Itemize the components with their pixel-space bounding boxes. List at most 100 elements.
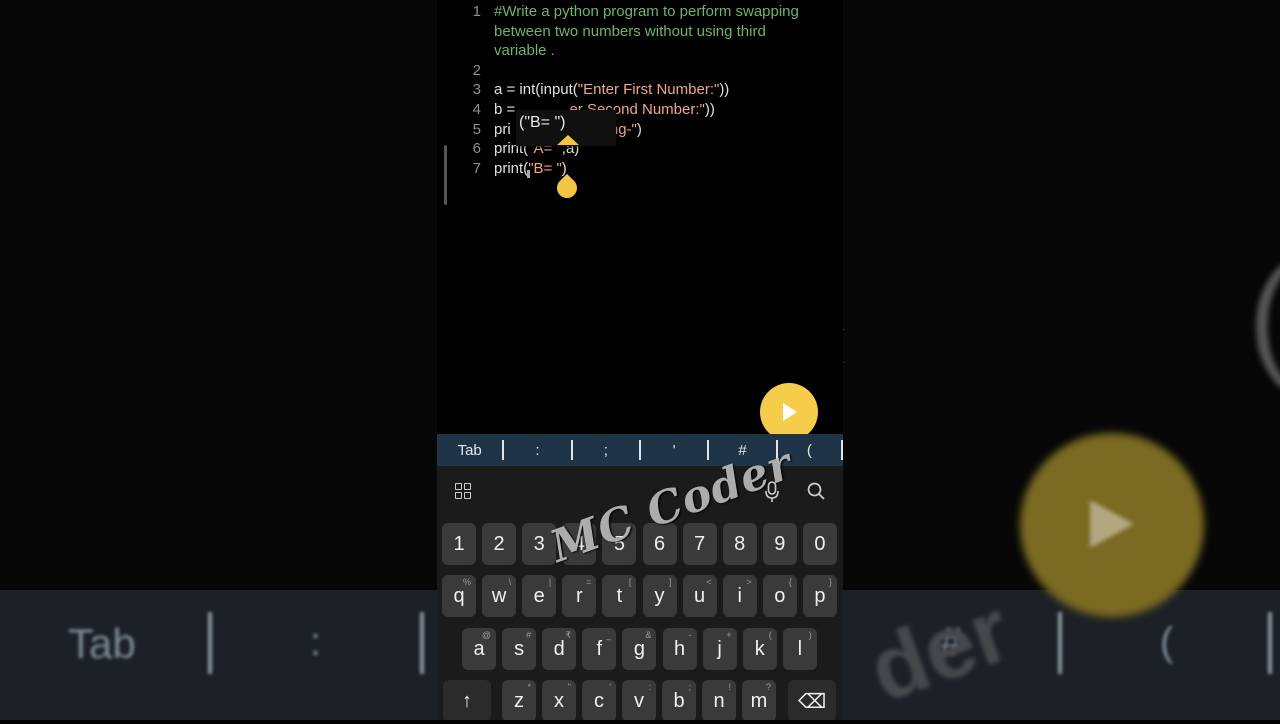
key-label: 2 [493,532,505,555]
key-u[interactable]: u < [682,575,717,617]
key-s[interactable]: s # [502,628,537,670]
key-b[interactable]: b; [662,680,696,720]
key-label: f [596,637,603,660]
key-hint: = [586,577,592,587]
symbol-key[interactable]: : [504,434,570,466]
key-a[interactable]: a @ [462,628,496,670]
line-number: 4 [472,101,481,118]
code-token: pri [494,120,511,138]
key-k[interactable]: k( [742,628,777,670]
play-icon [783,403,797,421]
key-x[interactable]: x " [542,680,576,720]
key-h[interactable]: h- [662,628,697,670]
key-hint: _ [606,630,612,640]
code-token: )) [704,101,715,118]
key-label: h [673,637,686,660]
shift-key[interactable]: ↑ [443,680,491,720]
key-9[interactable]: 9 [762,523,797,565]
code-string: "Enter First Number:" [577,81,720,99]
key-4[interactable]: 4 [562,523,597,565]
key-label: s [514,637,525,660]
key-hint: > [746,577,752,587]
keyboard-toolbar [437,466,843,516]
run-button[interactable] [760,383,818,441]
code-text: a = int(input("Enter First Number:")) [494,80,729,100]
key-w[interactable]: w \ [482,575,517,617]
key-hint: : [648,682,651,692]
background-play-icon [1090,500,1134,548]
key-f[interactable]: f _ [582,628,617,670]
line-number: 5 [472,120,481,138]
key-8[interactable]: 8 [722,523,757,565]
line-number: 6 [472,140,481,158]
key-label: z [514,689,524,712]
key-label: g [633,637,645,660]
keyboard-row: q% w \ e | r = t[y] u < i > o{p} [437,575,843,623]
key-label: r [575,584,583,607]
background-char: : [310,620,322,664]
key-hint: ? [765,682,771,692]
key-hint: \ [508,577,512,587]
symbol-key[interactable]: ' [641,434,707,466]
key-5[interactable]: 5 [602,523,637,565]
key-hint: ; [688,682,691,692]
key-p[interactable]: p} [802,575,837,617]
key-g[interactable]: g & [622,628,657,670]
key-label: o [774,584,786,607]
key-c[interactable]: c ' [582,680,616,720]
code-token: a = int(input( [494,81,578,99]
key-label: 8 [734,532,746,555]
symbol-tab-key[interactable]: Tab [437,434,502,466]
keyboard-row: 1 2 3 4 5 6 7 8 9 0 [437,523,843,571]
grid-icon[interactable] [455,483,471,499]
code-text: print("B= ") [494,159,567,179]
key-hint: ) [808,630,812,640]
symbol-key[interactable]: ; [573,434,639,466]
key-label: c [594,689,604,712]
key-label: m [750,689,768,712]
symbol-key[interactable]: # [709,434,775,466]
key-z[interactable]: z * [502,680,536,720]
key-2[interactable]: 2 [482,523,517,565]
key-label: 9 [774,532,786,555]
search-icon[interactable] [807,482,825,500]
key-6[interactable]: 6 [642,523,677,565]
key-hint: - [688,630,692,640]
key-label: v [634,689,644,712]
mic-icon[interactable] [765,481,779,503]
key-l[interactable]: l) [782,628,817,670]
key-hint: # [526,630,532,640]
key-q[interactable]: q% [442,575,476,617]
code-line: 5pri pping-") [437,120,843,140]
code-string: "B= " [528,159,562,177]
key-n[interactable]: n! [702,680,736,720]
phone-screen: 1 #Write a python program to perform swap… [437,0,843,720]
key-e[interactable]: e | [522,575,557,617]
key-0[interactable]: 0 [802,523,837,565]
key-1[interactable]: 1 [442,523,476,565]
key-label: d [553,637,565,660]
key-d[interactable]: d ₹ [542,628,577,670]
key-j[interactable]: j + [702,628,737,670]
keyboard-row: ↑ z * x " c ' v: b; n! m? ⌫ [437,680,843,720]
line-number: 7 [472,159,481,177]
line-number: 3 [472,81,481,99]
key-o[interactable]: o{ [762,575,797,617]
backspace-key[interactable]: ⌫ [788,680,836,720]
key-7[interactable]: 7 [682,523,717,565]
code-token: ) [636,120,642,138]
key-i[interactable]: i > [722,575,757,617]
key-t[interactable]: t[ [602,575,637,617]
key-y[interactable]: y] [642,575,677,617]
key-v[interactable]: v: [622,680,656,720]
key-3[interactable]: 3 [522,523,557,565]
key-label: i [737,584,742,607]
symbol-key[interactable]: ( [778,434,841,466]
code-line: 3 a = int(input("Enter First Number:")) [437,80,843,100]
key-hint: & [645,630,652,640]
key-label: u [694,584,706,607]
key-r[interactable]: r = [562,575,597,617]
text-cursor [527,170,530,178]
code-editor[interactable]: 1 #Write a python program to perform swap… [437,0,843,441]
key-m[interactable]: m? [742,680,776,720]
